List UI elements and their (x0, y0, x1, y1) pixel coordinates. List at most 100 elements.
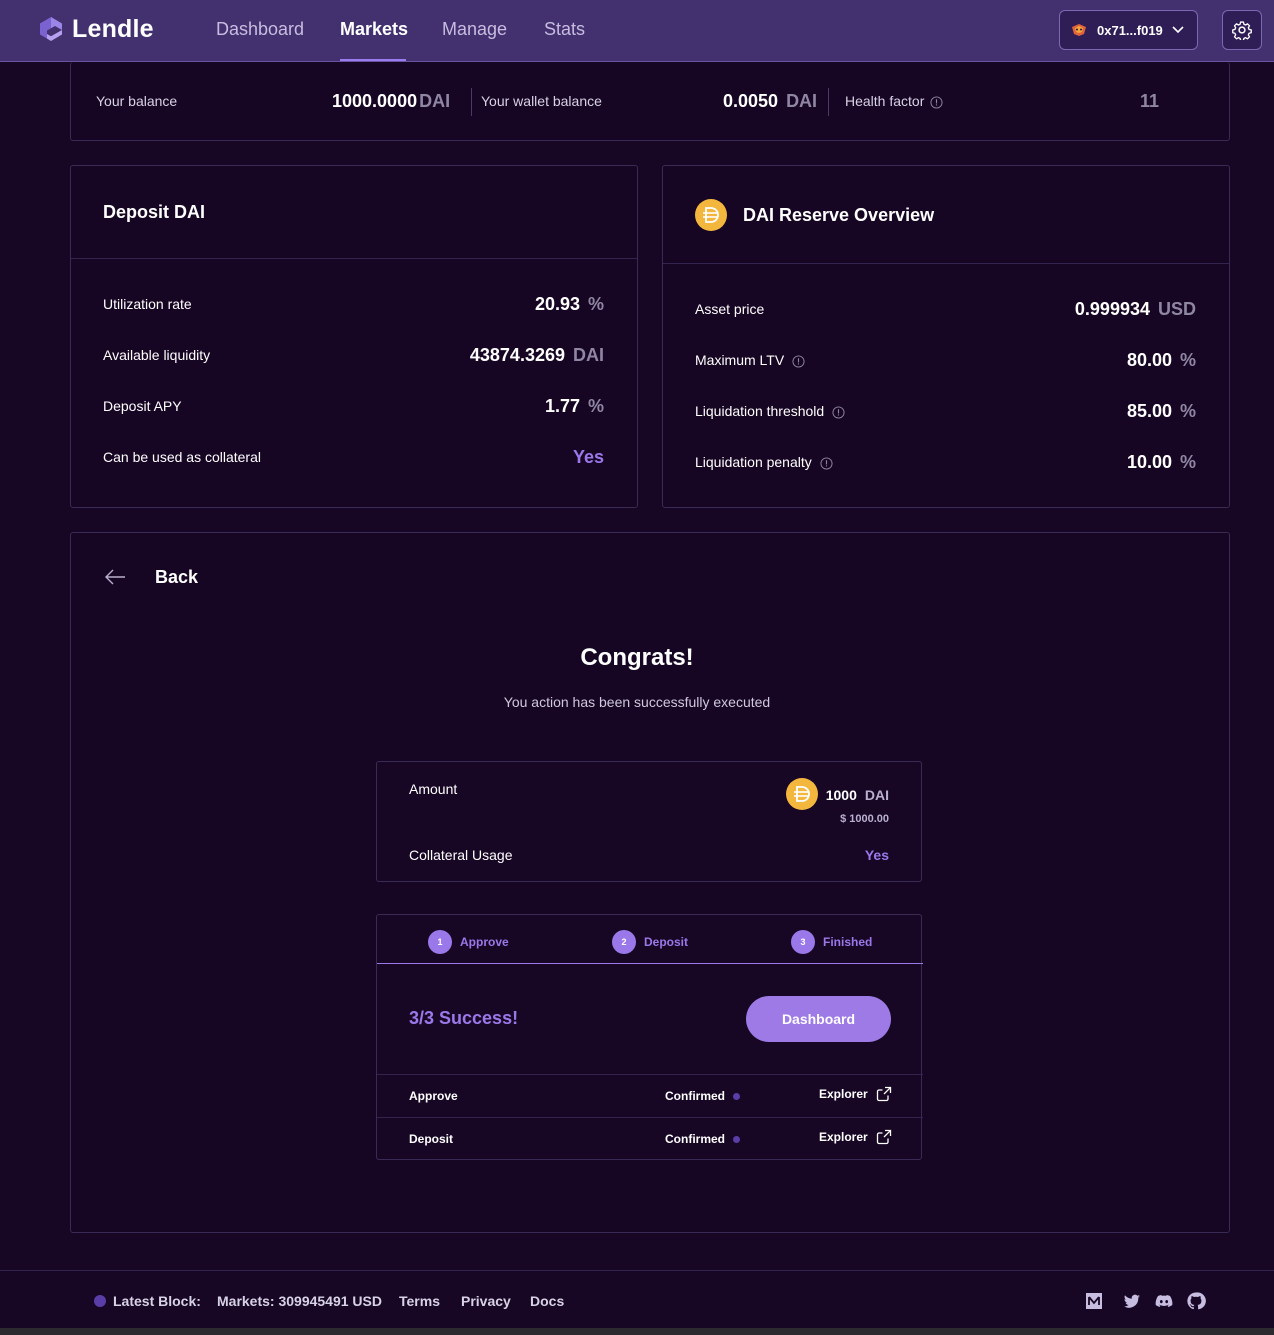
liquidation-penalty-number: 10.00 (1126, 452, 1172, 472)
info-icon[interactable] (832, 406, 845, 419)
deposit-apy-number: 1.77 (544, 396, 580, 416)
health-factor-text: Health factor (845, 93, 925, 109)
amount-value: 1000 DAI (826, 787, 889, 803)
tx-status: Confirmed (665, 1089, 740, 1103)
wallet-address: 0x71...f019 (1097, 22, 1163, 38)
amount-usd: $ 1000.00 (840, 813, 889, 825)
available-liquidity-label: Available liquidity (103, 347, 211, 363)
block-status-dot (94, 1295, 106, 1307)
max-ltv-number: 80.00 (1126, 350, 1172, 370)
liquidation-threshold-number: 85.00 (1126, 401, 1172, 421)
deposit-panel-title: Deposit DAI (103, 202, 206, 222)
status-dot (733, 1092, 740, 1100)
top-navigation-bar: Lendle Dashboard Markets Manage Stats 0x… (0, 0, 1274, 62)
terms-link[interactable]: Terms (399, 1293, 440, 1309)
step-number: 2 (612, 930, 636, 954)
liquidation-penalty-label: Liquidation penalty (695, 454, 833, 470)
wallet-balance-label: Your wallet balance (481, 93, 602, 109)
available-liquidity-value: 43874.3269 DAI (470, 345, 604, 366)
liquidation-threshold-text: Liquidation threshold (695, 403, 825, 419)
liquidation-threshold-value: 85.00% (1127, 401, 1196, 422)
nav-markets[interactable]: Markets (340, 19, 408, 40)
privacy-link[interactable]: Privacy (461, 1293, 511, 1309)
docs-link[interactable]: Docs (530, 1293, 564, 1309)
gear-icon (1232, 21, 1252, 40)
nav-stats[interactable]: Stats (544, 19, 585, 40)
max-ltv-text: Maximum LTV (695, 352, 785, 368)
step-finished: 3 Finished (791, 930, 872, 954)
logo[interactable]: Lendle (38, 15, 154, 44)
amount-unit: DAI (864, 787, 889, 803)
explorer-text: Explorer (819, 1087, 868, 1101)
tx-status-text: Confirmed (665, 1089, 725, 1103)
health-factor-value: 11 (1140, 91, 1160, 111)
medium-icon[interactable] (1084, 1291, 1104, 1311)
utilization-rate-number: 20.93 (534, 294, 580, 314)
tx-status-text: Confirmed (665, 1132, 725, 1146)
collateral-usage-label: Collateral Usage (409, 847, 513, 863)
external-link-icon (876, 1086, 891, 1102)
deposit-apy-label: Deposit APY (103, 398, 182, 414)
liquidation-penalty-text: Liquidation penalty (695, 454, 812, 470)
utilization-rate-value: 20.93% (535, 294, 604, 315)
max-ltv-unit: % (1179, 350, 1196, 370)
wallet-avatar-icon (1072, 24, 1086, 36)
health-factor-label: Health factor (845, 93, 943, 109)
your-balance-amount: 1000.0000 (332, 91, 418, 111)
tx-row-deposit: Deposit Confirmed Explorer (377, 1117, 923, 1160)
transaction-steps: 1 Approve 2 Deposit 3 Finished 3/3 Succe… (376, 914, 923, 1160)
tx-status: Confirmed (665, 1132, 740, 1146)
explorer-link[interactable]: Explorer (819, 1086, 892, 1102)
max-ltv-label: Maximum LTV (695, 352, 805, 368)
nav-manage[interactable]: Manage (442, 19, 507, 40)
external-link-icon (876, 1129, 891, 1145)
asset-price-number: 0.999934 (1074, 299, 1150, 319)
success-title: 3/3 Success! (409, 1008, 519, 1028)
nav-dashboard[interactable]: Dashboard (216, 19, 304, 40)
step-label: Finished (823, 935, 873, 949)
wallet-balance-unit: DAI (786, 91, 818, 111)
reserve-overview-panel: DAI Reserve Overview Asset price 0.99993… (662, 165, 1230, 508)
explorer-link[interactable]: Explorer (819, 1129, 892, 1145)
amount-label: Amount (409, 781, 458, 797)
settings-button[interactable] (1222, 10, 1262, 50)
utilization-rate-label: Utilization rate (103, 296, 192, 312)
available-liquidity-number: 43874.3269 (469, 345, 565, 365)
amount-number: 1000 (825, 787, 857, 803)
back-arrow-icon[interactable] (104, 568, 126, 586)
lendle-logo-icon (40, 16, 62, 41)
utilization-rate-unit: % (587, 294, 604, 314)
success-message: You action has been successfully execute… (503, 694, 771, 710)
step-deposit: 2 Deposit (612, 930, 688, 954)
twitter-icon[interactable] (1122, 1291, 1142, 1311)
congrats-title: Congrats! (580, 644, 694, 671)
github-icon[interactable] (1186, 1291, 1206, 1311)
wallet-balance-amount: 0.0050 (723, 91, 779, 111)
your-balance-label: Your balance (96, 93, 178, 109)
wallet-balance-value: 0.0050 DAI (723, 91, 817, 112)
divider (471, 88, 472, 116)
dai-coin-icon (786, 778, 818, 810)
your-balance-value: 1000.0000 DAI (332, 91, 450, 112)
dashboard-button[interactable]: Dashboard (746, 996, 891, 1042)
tx-row-approve: Approve Confirmed Explorer (377, 1074, 923, 1117)
status-dot (733, 1135, 740, 1143)
back-button[interactable]: Back (155, 567, 198, 588)
asset-price-unit: USD (1157, 299, 1196, 319)
info-icon[interactable] (820, 457, 833, 470)
deposit-apy-value: 1.77% (545, 396, 604, 417)
info-icon[interactable] (930, 96, 943, 109)
collateral-label: Can be used as collateral (103, 449, 261, 465)
markets-total: Markets: 309945491 USD (217, 1293, 382, 1309)
steps-progress-line (377, 963, 923, 964)
active-nav-indicator (340, 59, 406, 61)
asset-price-label: Asset price (695, 301, 765, 317)
dai-coin-icon (695, 199, 727, 231)
wallet-button[interactable]: 0x71...f019 (1059, 10, 1198, 50)
info-icon[interactable] (792, 355, 805, 368)
liquidation-threshold-label: Liquidation threshold (695, 403, 845, 419)
footer: Latest Block: Markets: 309945491 USD Ter… (0, 1270, 1274, 1328)
asset-price-value: 0.999934 USD (1075, 299, 1196, 320)
discord-icon[interactable] (1154, 1291, 1174, 1311)
latest-block-label: Latest Block: (113, 1293, 201, 1309)
